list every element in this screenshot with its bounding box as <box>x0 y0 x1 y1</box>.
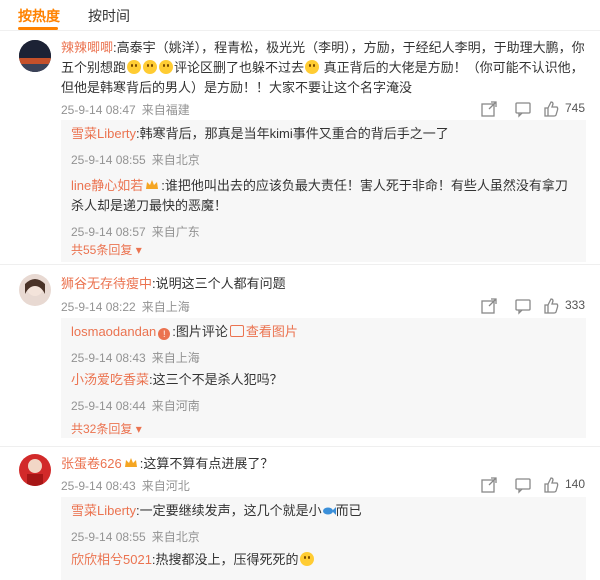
comment-actions: 140 <box>480 476 585 494</box>
share-icon[interactable] <box>480 297 498 315</box>
reply-location: 来自北京 <box>151 530 200 544</box>
comment-content: 张蛋卷626 :这算不算有点进展了？ <box>61 454 586 474</box>
reply-meta: 25-9-14 08:43 来自上海 <box>71 348 571 368</box>
comment-actions: 745 <box>480 100 585 118</box>
reply-username[interactable]: line静心如若 <box>71 178 143 193</box>
comment-content: 辣辣唧唧:高泰宇（姚洋），程青松，极光光（李明），方励，于经纪人李明，于助理大鹏… <box>61 38 586 98</box>
picture-icon <box>229 325 244 337</box>
comment-content: 狮谷无存待瘦中:说明这三个人都有问题 <box>61 274 586 294</box>
reply-time: 25-9-14 08:55 <box>71 153 146 167</box>
emoji-icon <box>299 552 314 566</box>
reply-username[interactable]: 欣欣相兮5021 <box>71 552 152 567</box>
comment-time: 25-9-14 08:22 <box>61 300 136 314</box>
reply-text: :图片评论 <box>172 324 228 339</box>
like-count: 140 <box>564 477 585 491</box>
avatar[interactable] <box>19 454 51 486</box>
comment-icon[interactable] <box>514 476 532 494</box>
reply-username[interactable]: 雪菜Liberty <box>71 503 136 518</box>
avatar[interactable] <box>19 40 51 72</box>
reply-text: :这三个不是杀人犯吗？ <box>149 372 283 387</box>
fish-emoji-icon <box>322 507 336 515</box>
reply-item: 雪菜Liberty:韩寒背后，那真是当年kimi事件又重合的背后手之一了 25-… <box>71 124 571 170</box>
comment-meta: 25-9-14 08:43 来自河北 <box>61 477 196 494</box>
reply-text: :一定要继续发声，这几个就是小 <box>136 503 322 518</box>
reply-list: losmaodandan!:图片评论 查看图片 25-9-14 08:43 来自上海… <box>61 318 586 438</box>
reply-meta: 25-9-14 08:55 来自北京 <box>71 150 571 170</box>
like-icon[interactable] <box>542 476 560 494</box>
reply-text: 而已 <box>335 503 362 518</box>
avatar[interactable] <box>19 274 51 306</box>
emoji-icon <box>305 60 320 74</box>
comment-meta: 25-9-14 08:47 来自福建 <box>61 101 196 118</box>
crown-badge-icon <box>124 458 137 467</box>
reply-list: 雪菜Liberty:一定要继续发声，这几个就是小 而已 25-9-14 08:55… <box>61 497 586 580</box>
reply-time: 25-9-14 08:43 <box>71 351 146 365</box>
reply-time: 25-9-14 08:44 <box>71 399 146 413</box>
comment-text: :这算不算有点进展了？ <box>139 456 274 471</box>
sort-tabs: 按热度 按时间 <box>0 0 600 31</box>
like-count: 333 <box>564 298 585 312</box>
reply-location: 来自河南 <box>151 399 200 413</box>
emoji-icon <box>127 60 142 74</box>
comment-actions: 333 <box>480 297 585 315</box>
comment-location: 来自上海 <box>141 300 190 314</box>
comment-text: 评论区删了也躲不过去 <box>174 60 305 75</box>
comment-time: 25-9-14 08:47 <box>61 103 136 117</box>
view-picture-link[interactable]: 查看图片 <box>246 324 298 339</box>
active-tab-indicator <box>18 27 58 30</box>
share-icon[interactable] <box>480 476 498 494</box>
avatar-image <box>19 40 51 72</box>
reply-meta: 25-9-14 08:55 来自北京 <box>71 527 571 547</box>
comment-location: 来自河北 <box>141 479 190 493</box>
reply-item: 小汤爱吃香菜:这三个不是杀人犯吗？ 25-9-14 08:44 来自河南 <box>71 370 571 416</box>
more-replies-link[interactable]: 共55条回复 ▾ <box>71 241 142 258</box>
reply-text: :韩寒背后，那真是当年kimi事件又重合的背后手之一了 <box>136 126 449 141</box>
reply-meta: 25-9-14 08:44 来自河南 <box>71 396 571 416</box>
tab-time[interactable]: 按时间 <box>88 6 130 26</box>
emoji-icon <box>159 60 174 74</box>
reply-item: 雪菜Liberty:一定要继续发声，这几个就是小 而已 25-9-14 08:55… <box>71 501 571 547</box>
comment-meta: 25-9-14 08:22 来自上海 <box>61 298 196 315</box>
reply-item: line静心如若:谁把他叫出去的应该负最大责任！害人死于非命！有些人虽然没有拿刀… <box>71 176 571 242</box>
comment-username[interactable]: 狮谷无存待瘦中 <box>61 276 152 291</box>
comment-username[interactable]: 张蛋卷626 <box>61 456 122 471</box>
reply-item: losmaodandan!:图片评论 查看图片 25-9-14 08:43 来自上海 <box>71 322 571 368</box>
comment-username[interactable]: 辣辣唧唧 <box>61 40 113 55</box>
comment-icon[interactable] <box>514 297 532 315</box>
comment-text: :说明这三个人都有问题 <box>152 276 286 291</box>
tab-hot[interactable]: 按热度 <box>18 6 60 26</box>
comment-icon[interactable] <box>514 100 532 118</box>
reply-time: 25-9-14 08:57 <box>71 225 146 239</box>
reply-username[interactable]: losmaodandan <box>71 324 156 339</box>
reply-text: :热搜都没上，压得死死的 <box>151 552 299 567</box>
share-icon[interactable] <box>480 100 498 118</box>
like-icon[interactable] <box>542 297 560 315</box>
like-count: 745 <box>564 101 585 115</box>
avatar-image <box>19 274 51 306</box>
avatar-image <box>19 454 51 486</box>
reply-list: 雪菜Liberty:韩寒背后，那真是当年kimi事件又重合的背后手之一了 25-… <box>61 120 586 262</box>
like-icon[interactable] <box>542 100 560 118</box>
reply-username[interactable]: 雪菜Liberty <box>71 126 136 141</box>
divider <box>0 264 600 265</box>
reply-location: 来自广东 <box>151 225 200 239</box>
image-comment-icon: ! <box>158 328 171 340</box>
reply-time: 25-9-14 08:55 <box>71 530 146 544</box>
reply-location: 来自北京 <box>151 153 200 167</box>
comment-time: 25-9-14 08:43 <box>61 479 136 493</box>
reply-location: 来自上海 <box>151 351 200 365</box>
divider <box>0 446 600 447</box>
emoji-icon <box>143 60 158 74</box>
crown-badge-icon <box>146 180 159 189</box>
comment-location: 来自福建 <box>141 103 190 117</box>
reply-item: 欣欣相兮5021:热搜都没上，压得死死的 <box>71 550 571 570</box>
reply-meta: 25-9-14 08:57 来自广东 <box>71 222 571 242</box>
reply-username[interactable]: 小汤爱吃香菜 <box>71 372 149 387</box>
more-replies-link[interactable]: 共32条回复 ▾ <box>71 420 142 437</box>
